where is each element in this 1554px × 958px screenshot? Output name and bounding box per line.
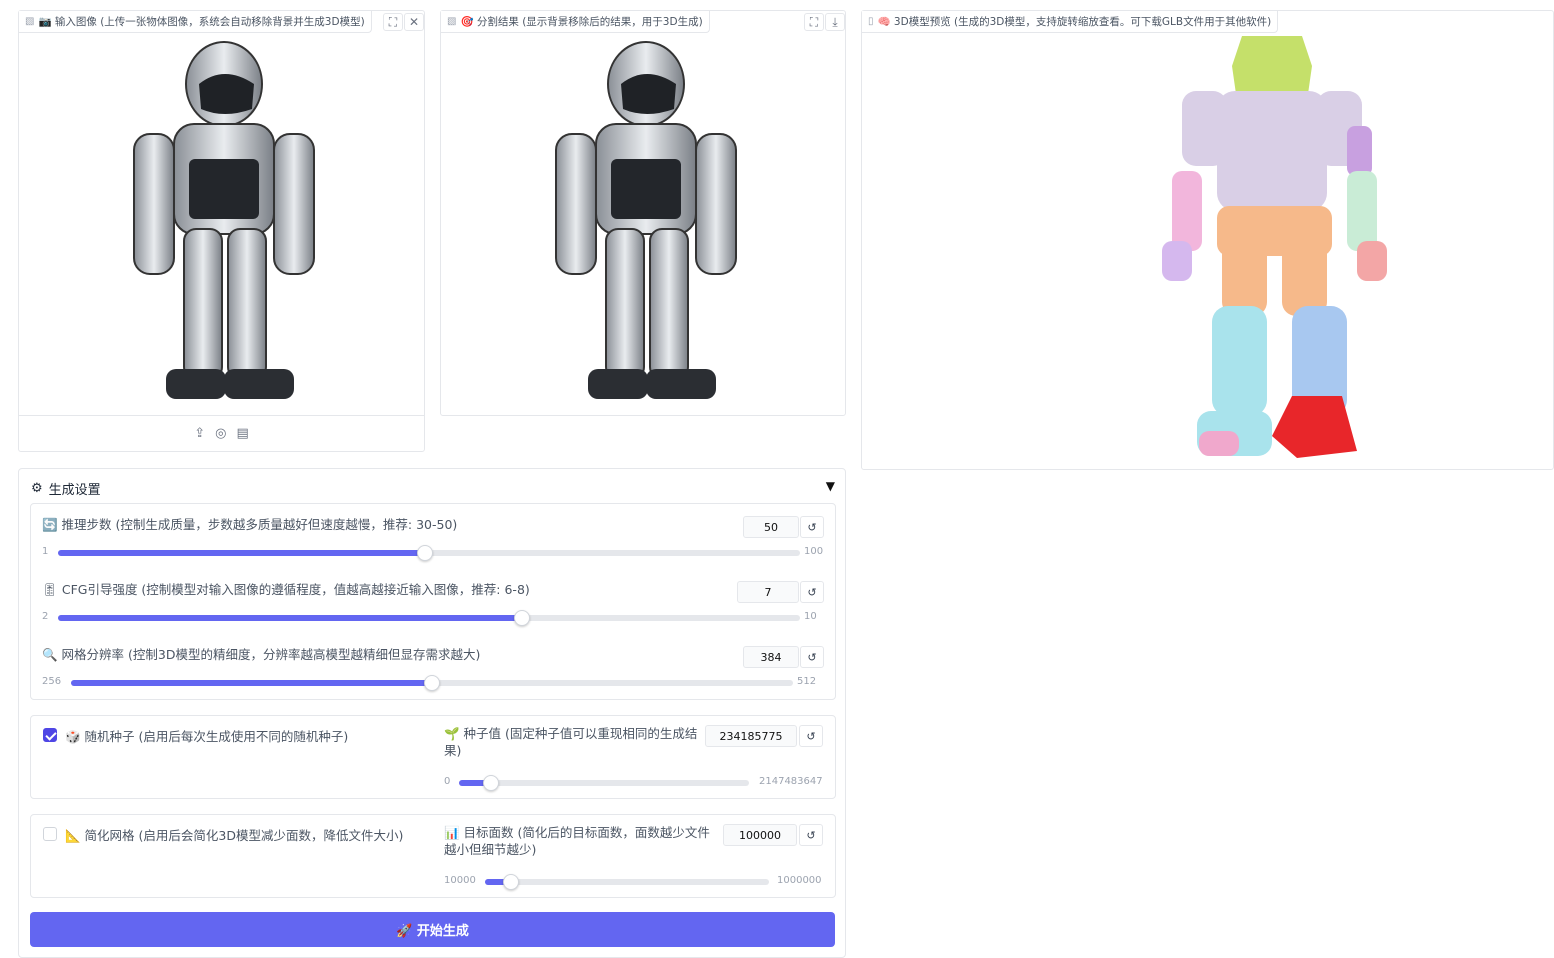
seed-slider[interactable]: [459, 775, 749, 791]
cfg-strength-max-label: 10: [804, 611, 817, 622]
input-image-title: ▧ 📷 输入图像 (上传一张物体图像，系统会自动移除背景并生成3D模型): [19, 11, 372, 33]
gear-icon: ⚙: [31, 481, 43, 496]
fullscreen-button[interactable]: ⛶: [804, 13, 824, 31]
target-faces-label: 📊 目标面数 (简化后的目标面数，面数越少文件越小但细节越少): [444, 825, 710, 857]
upload-source-bar: ⇪ ◎ ▤: [19, 415, 424, 451]
faces-slider[interactable]: [485, 874, 769, 890]
input-image[interactable]: [59, 31, 389, 416]
model-viewer[interactable]: [1132, 26, 1412, 466]
reset-icon[interactable]: ↺: [800, 581, 824, 603]
mesh-resolution-input[interactable]: 384: [743, 646, 799, 668]
download-button[interactable]: ⤓: [825, 13, 845, 31]
inference-steps-input[interactable]: 50: [743, 516, 799, 538]
webcam-icon[interactable]: ◎: [215, 426, 226, 441]
faces-slider-thumb[interactable]: [502, 874, 519, 890]
cfg-strength-slider[interactable]: [58, 610, 800, 626]
reset-icon[interactable]: ↺: [799, 824, 823, 846]
colored-robot-model: [1162, 36, 1387, 458]
cfg-strength-label: 🎚 CFG引导强度 (控制模型对输入图像的遵循程度，值越高越接近输入图像，推荐:…: [42, 582, 530, 597]
fullscreen-button[interactable]: ⛶: [383, 13, 403, 31]
seed-min-label: 0: [444, 776, 451, 787]
model-preview-panel: ▯ 🧠 3D模型预览 (生成的3D模型，支持旋转缩放查看。可下载GLB文件用于其他…: [861, 10, 1554, 470]
segmentation-image: [481, 31, 811, 416]
inference-steps-min-label: 1: [42, 546, 49, 557]
faces-min-label: 10000: [444, 875, 476, 886]
clear-image-button[interactable]: ✕: [404, 13, 424, 31]
settings-header[interactable]: ⚙ 生成设置: [31, 479, 101, 498]
mesh-resolution-min-label: 256: [42, 676, 62, 687]
seed-value-input[interactable]: 234185775: [705, 725, 797, 747]
random-seed-label: 🎲 随机种子 (启用后每次生成使用不同的随机种子): [65, 729, 349, 744]
cfg-strength-input[interactable]: 7: [737, 581, 799, 603]
robot-segmented-image: [555, 40, 737, 399]
clipboard-icon[interactable]: ▤: [236, 426, 248, 441]
reset-icon[interactable]: ↺: [800, 646, 824, 668]
file-icon: ▯: [868, 16, 874, 27]
mesh-resolution-slider-thumb[interactable]: [424, 675, 440, 691]
mesh-resolution-slider-fill: [71, 680, 432, 686]
segmentation-panel: ▧ 🎯 分割结果 (显示背景移除后的结果，用于3D生成) ⛶ ⤓: [440, 10, 846, 416]
seed-row: 🎲 随机种子 (启用后每次生成使用不同的随机种子) 🌱 种子值 (固定种子值可以…: [30, 715, 836, 799]
image-icon: ▧: [447, 16, 457, 27]
reset-icon[interactable]: ↺: [800, 516, 824, 538]
cfg-strength-slider-thumb[interactable]: [513, 610, 530, 626]
mesh-resolution-slider[interactable]: [71, 675, 793, 691]
seed-slider-thumb[interactable]: [482, 775, 499, 791]
segmentation-title: ▧ 🎯 分割结果 (显示背景移除后的结果，用于3D生成): [441, 11, 710, 33]
inference-steps-slider[interactable]: [58, 545, 800, 561]
generate-button[interactable]: 🚀 开始生成: [30, 912, 835, 947]
target-faces-input[interactable]: 100000: [723, 824, 797, 846]
cfg-strength-slider-fill: [58, 615, 522, 621]
cfg-strength-min-label: 2: [42, 611, 49, 622]
simplify-mesh-label: 📐 简化网格 (启用后会简化3D模型减少面数，降低文件大小): [65, 828, 404, 843]
reset-icon[interactable]: ↺: [799, 725, 823, 747]
generation-settings: ⚙ 生成设置 ▼ 🔄 推理步数 (控制生成质量，步数越多质量越好但速度越慢，推荐:…: [18, 468, 846, 958]
simplify-row: 📐 简化网格 (启用后会简化3D模型减少面数，降低文件大小) 📊 目标面数 (简…: [30, 814, 836, 898]
inference-steps-slider-fill: [58, 550, 426, 556]
upload-icon[interactable]: ⇪: [194, 426, 205, 441]
faces-max-label: 1000000: [777, 875, 822, 886]
collapse-arrow-icon[interactable]: ▼: [826, 479, 835, 493]
simplify-mesh-checkbox[interactable]: [43, 827, 57, 841]
mesh-resolution-max-label: 512: [797, 676, 817, 687]
seed-max-label: 2147483647: [759, 776, 823, 787]
input-image-panel: ▧ 📷 输入图像 (上传一张物体图像，系统会自动移除背景并生成3D模型) ⛶ ✕ …: [18, 10, 425, 452]
robot-image: [133, 40, 315, 399]
mesh-resolution-label: 🔍 网格分辨率 (控制3D模型的精细度，分辨率越高模型越精细但显存需求越大): [42, 647, 481, 662]
random-seed-checkbox[interactable]: [43, 728, 57, 742]
inference-steps-max-label: 100: [804, 546, 824, 557]
seed-value-label: 🌱 种子值 (固定种子值可以重现相同的生成结果): [444, 726, 698, 758]
model-preview-title: ▯ 🧠 3D模型预览 (生成的3D模型，支持旋转缩放查看。可下载GLB文件用于其他…: [862, 11, 1279, 33]
image-icon: ▧: [25, 16, 35, 27]
inference-steps-label: 🔄 推理步数 (控制生成质量，步数越多质量越好但速度越慢，推荐: 30-50): [42, 517, 458, 532]
